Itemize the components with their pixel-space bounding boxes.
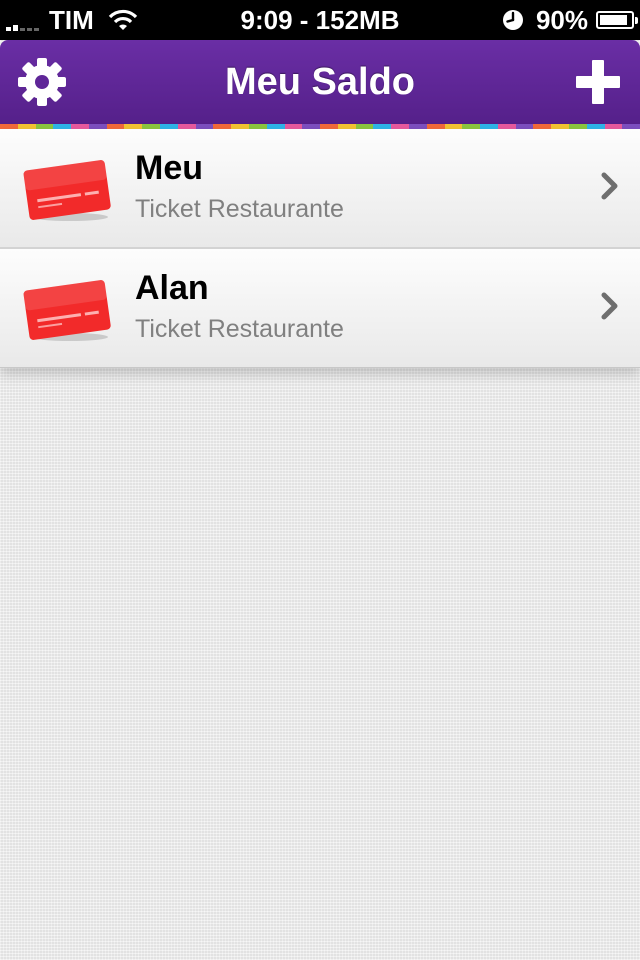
time-memory-text: 9:09 - 152MB <box>240 4 400 35</box>
wifi-icon <box>108 9 137 30</box>
battery-fill <box>600 15 627 25</box>
status-right: 90% <box>502 0 638 40</box>
red-card-icon <box>23 280 111 341</box>
card-type: Ticket Restaurante <box>135 315 344 343</box>
battery-percent: 90% <box>535 4 588 35</box>
navigation-bar: Meu Saldo <box>0 40 640 124</box>
list-item[interactable]: Meu Ticket Restaurante <box>0 129 640 249</box>
chevron-right-icon <box>601 172 618 200</box>
card-name: Alan <box>135 269 209 307</box>
red-card-icon <box>23 160 111 221</box>
card-name: Meu <box>135 149 203 187</box>
carrier-name: TIM <box>49 4 94 35</box>
signal-icon <box>6 17 41 31</box>
plus-icon <box>576 60 620 104</box>
chevron-right-icon <box>601 292 618 320</box>
card-list: Meu Ticket Restaurante Alan Ticket Resta… <box>0 129 640 368</box>
battery-icon <box>596 11 638 29</box>
card-type: Ticket Restaurante <box>135 195 344 223</box>
status-left: TIM <box>6 0 138 40</box>
list-item[interactable]: Alan Ticket Restaurante <box>0 249 640 368</box>
page-title: Meu Saldo <box>224 60 416 103</box>
clock-icon <box>502 10 523 30</box>
add-card-button[interactable] <box>556 40 640 124</box>
status-bar: TIM 9:09 - 152MB 90% <box>0 0 640 40</box>
